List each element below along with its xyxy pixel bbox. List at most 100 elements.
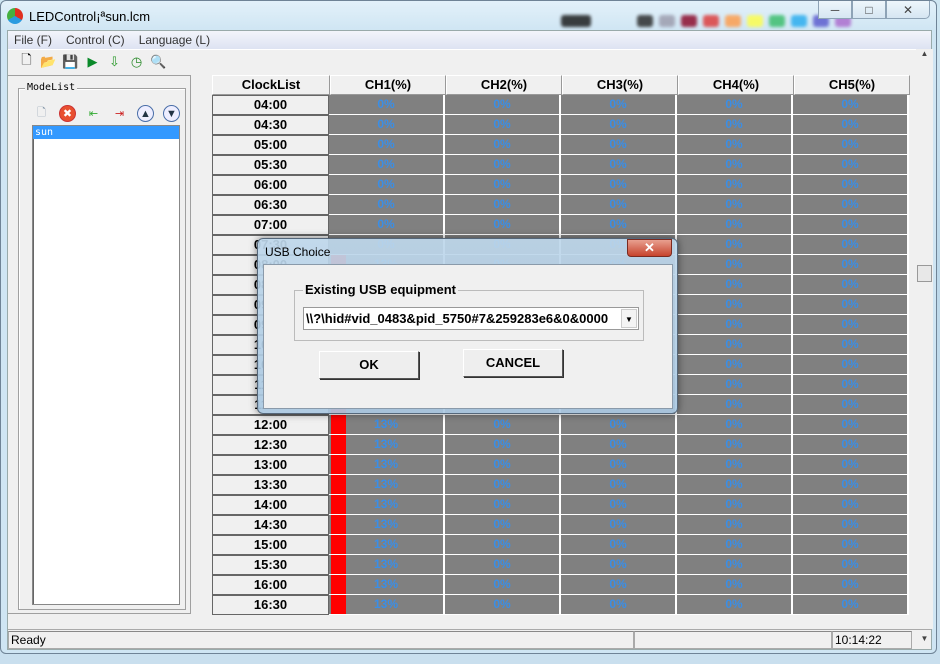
- ch5-cell[interactable]: 0%: [793, 155, 909, 175]
- ch2-cell[interactable]: 0%: [445, 455, 561, 475]
- ch3-cell[interactable]: 0%: [561, 555, 677, 575]
- ch4-cell[interactable]: 0%: [677, 515, 793, 535]
- ch4-cell[interactable]: 0%: [677, 275, 793, 295]
- ch2-cell[interactable]: 0%: [445, 155, 561, 175]
- menu-language[interactable]: Language (L): [139, 33, 210, 47]
- ch4-cell[interactable]: 0%: [677, 535, 793, 555]
- ch3-cell[interactable]: 0%: [561, 175, 677, 195]
- ch5-cell[interactable]: 0%: [793, 455, 909, 475]
- clock-cell[interactable]: 15:00: [212, 535, 329, 555]
- ch3-cell[interactable]: 0%: [561, 435, 677, 455]
- clock-cell[interactable]: 05:30: [212, 155, 329, 175]
- ch3-cell[interactable]: 0%: [561, 155, 677, 175]
- ch4-cell[interactable]: 0%: [677, 175, 793, 195]
- menu-control[interactable]: Control (C): [66, 33, 125, 47]
- search-icon[interactable]: 🔍: [150, 53, 167, 70]
- ch1-cell[interactable]: 13%: [329, 415, 445, 435]
- header-ch4[interactable]: CH4(%): [678, 75, 794, 95]
- ch1-cell[interactable]: 13%: [329, 475, 445, 495]
- clock-cell[interactable]: 13:00: [212, 455, 329, 475]
- download-icon[interactable]: ⇩: [106, 53, 123, 70]
- scrollbar-thumb[interactable]: [917, 265, 932, 282]
- ch4-cell[interactable]: 0%: [677, 475, 793, 495]
- ch4-cell[interactable]: 0%: [677, 435, 793, 455]
- clock-cell[interactable]: 14:00: [212, 495, 329, 515]
- ch5-cell[interactable]: 0%: [793, 315, 909, 335]
- ch4-cell[interactable]: 0%: [677, 335, 793, 355]
- ch1-cell[interactable]: 0%: [329, 135, 445, 155]
- clock-sync-icon[interactable]: ◷: [128, 53, 145, 70]
- ch5-cell[interactable]: 0%: [793, 235, 909, 255]
- scroll-up-icon[interactable]: ▲: [916, 49, 933, 58]
- open-folder-icon[interactable]: 📂: [40, 53, 57, 70]
- ok-button[interactable]: OK: [319, 351, 419, 379]
- ch4-cell[interactable]: 0%: [677, 95, 793, 115]
- ch2-cell[interactable]: 0%: [445, 435, 561, 455]
- ch4-cell[interactable]: 0%: [677, 375, 793, 395]
- ch4-cell[interactable]: 0%: [677, 415, 793, 435]
- clock-cell[interactable]: 05:00: [212, 135, 329, 155]
- ch2-cell[interactable]: 0%: [445, 175, 561, 195]
- header-ch1[interactable]: CH1(%): [330, 75, 446, 95]
- header-clocklist[interactable]: ClockList: [212, 75, 330, 95]
- vertical-scrollbar[interactable]: ▲ ▼: [916, 49, 933, 643]
- ch1-cell[interactable]: 0%: [329, 195, 445, 215]
- header-ch2[interactable]: CH2(%): [446, 75, 562, 95]
- ch4-cell[interactable]: 0%: [677, 235, 793, 255]
- ch5-cell[interactable]: 0%: [793, 555, 909, 575]
- ch1-cell[interactable]: 0%: [329, 155, 445, 175]
- minimize-icon[interactable]: ─: [818, 1, 852, 19]
- clock-cell[interactable]: 16:00: [212, 575, 329, 595]
- ch2-cell[interactable]: 0%: [445, 535, 561, 555]
- ch5-cell[interactable]: 0%: [793, 495, 909, 515]
- ch3-cell[interactable]: 0%: [561, 215, 677, 235]
- ch4-cell[interactable]: 0%: [677, 455, 793, 475]
- new-file-icon[interactable]: 🗋: [18, 52, 35, 70]
- save-icon[interactable]: 💾: [62, 53, 79, 70]
- dialog-close-icon[interactable]: ✕: [627, 239, 672, 257]
- ch3-cell[interactable]: 0%: [561, 415, 677, 435]
- ch2-cell[interactable]: 0%: [445, 595, 561, 615]
- clock-cell[interactable]: 14:30: [212, 515, 329, 535]
- ch5-cell[interactable]: 0%: [793, 535, 909, 555]
- ch4-cell[interactable]: 0%: [677, 115, 793, 135]
- add-mode-icon[interactable]: 🗋: [33, 105, 50, 122]
- ch2-cell[interactable]: 0%: [445, 515, 561, 535]
- ch4-cell[interactable]: 0%: [677, 355, 793, 375]
- ch3-cell[interactable]: 0%: [561, 135, 677, 155]
- ch1-cell[interactable]: 0%: [329, 95, 445, 115]
- close-icon[interactable]: ✕: [886, 1, 930, 19]
- usb-device-select[interactable]: \\?\hid#vid_0483&pid_5750#7&259283e6&0&0…: [303, 307, 639, 330]
- ch5-cell[interactable]: 0%: [793, 355, 909, 375]
- ch2-cell[interactable]: 0%: [445, 415, 561, 435]
- ch4-cell[interactable]: 0%: [677, 495, 793, 515]
- ch1-cell[interactable]: 13%: [329, 495, 445, 515]
- ch5-cell[interactable]: 0%: [793, 575, 909, 595]
- ch2-cell[interactable]: 0%: [445, 495, 561, 515]
- header-ch3[interactable]: CH3(%): [562, 75, 678, 95]
- ch3-cell[interactable]: 0%: [561, 455, 677, 475]
- ch5-cell[interactable]: 0%: [793, 595, 909, 615]
- ch5-cell[interactable]: 0%: [793, 375, 909, 395]
- ch5-cell[interactable]: 0%: [793, 95, 909, 115]
- ch1-cell[interactable]: 0%: [329, 215, 445, 235]
- ch2-cell[interactable]: 0%: [445, 475, 561, 495]
- clock-cell[interactable]: 06:00: [212, 175, 329, 195]
- ch5-cell[interactable]: 0%: [793, 275, 909, 295]
- menu-file[interactable]: File (F): [14, 33, 52, 47]
- ch4-cell[interactable]: 0%: [677, 595, 793, 615]
- ch1-cell[interactable]: 13%: [329, 535, 445, 555]
- ch1-cell[interactable]: 0%: [329, 175, 445, 195]
- ch5-cell[interactable]: 0%: [793, 295, 909, 315]
- ch4-cell[interactable]: 0%: [677, 135, 793, 155]
- mode-list[interactable]: sun: [32, 125, 180, 605]
- ch1-cell[interactable]: 13%: [329, 595, 445, 615]
- ch5-cell[interactable]: 0%: [793, 395, 909, 415]
- export-icon[interactable]: ⇥: [111, 105, 128, 122]
- ch4-cell[interactable]: 0%: [677, 315, 793, 335]
- ch2-cell[interactable]: 0%: [445, 195, 561, 215]
- ch5-cell[interactable]: 0%: [793, 215, 909, 235]
- ch1-cell[interactable]: 0%: [329, 115, 445, 135]
- ch1-cell[interactable]: 13%: [329, 455, 445, 475]
- chevron-down-icon[interactable]: ▼: [621, 309, 637, 328]
